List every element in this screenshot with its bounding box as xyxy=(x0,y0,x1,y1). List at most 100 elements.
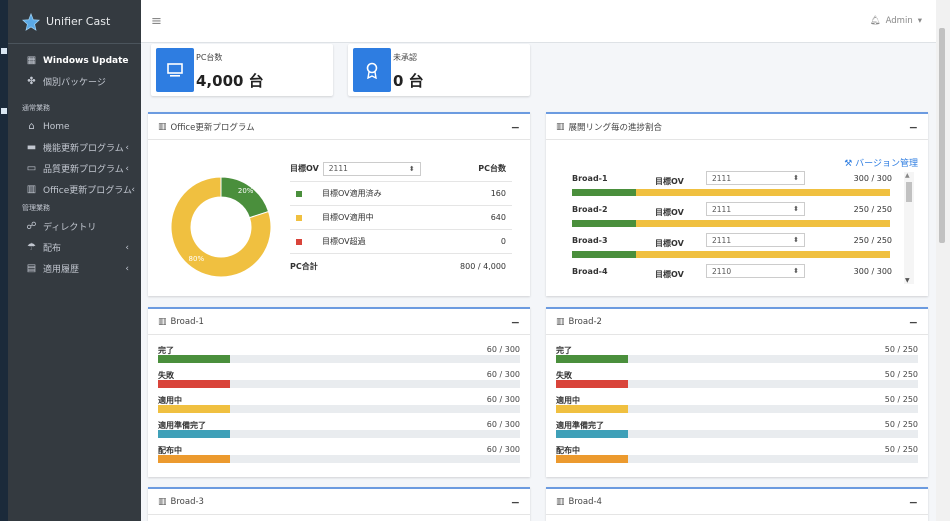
progress-track xyxy=(556,455,918,463)
progress-fill xyxy=(158,405,231,413)
pc-count-header: PC台数 xyxy=(478,164,506,173)
directory-icon: ☍ xyxy=(26,221,37,232)
card-title: 展開リング毎の進捗割合 xyxy=(568,122,663,133)
sidebar-item-feature-update[interactable]: ▬ 機能更新プログラム ‹ xyxy=(8,137,141,158)
donut-slice xyxy=(220,176,270,219)
minimize-button[interactable]: − xyxy=(511,316,520,329)
row-label: 目標OV適用中 xyxy=(322,213,374,222)
table-row: 目標OV超過 0 xyxy=(290,230,512,254)
chart-icon: ▥ xyxy=(26,184,37,195)
broad-card: ▥ Broad-4 − xyxy=(546,487,928,521)
broad-card: ▥ Broad-3 − xyxy=(148,487,530,521)
ring-count: 300 / 300 xyxy=(853,174,892,183)
chart-icon: ▥ xyxy=(158,316,167,327)
progress-count: 50 / 250 xyxy=(884,420,918,429)
legend-swatch xyxy=(296,190,302,197)
info-box-pc-count: PC台数 4,000 台 xyxy=(151,44,333,96)
progress-row: 適用中 60 / 300 xyxy=(158,395,520,417)
progress-count: 50 / 250 xyxy=(884,395,918,404)
ring-progress-fill xyxy=(572,220,636,227)
target-label: 目標OV xyxy=(290,164,319,173)
progress-count: 60 / 300 xyxy=(486,370,520,379)
progress-row: 失敗 50 / 250 xyxy=(556,370,918,392)
brand[interactable]: Unifier Cast xyxy=(8,0,141,44)
select-value: 2111 xyxy=(712,235,732,245)
bell-icon[interactable]: 🔔︎ xyxy=(870,16,881,26)
table-row: 目標OV適用中 640 xyxy=(290,206,512,230)
card-title: Office更新プログラム xyxy=(170,122,255,133)
target-label: 目標OV xyxy=(655,208,684,217)
ring-count: 250 / 250 xyxy=(853,236,892,245)
app-title: Unifier Cast xyxy=(46,15,111,28)
ring-target-select[interactable]: 2111 ⬍ xyxy=(706,171,805,185)
caret-down-icon: ▾ xyxy=(917,16,922,26)
card-title: Broad-1 xyxy=(170,316,204,327)
sidebar-item-label: Home xyxy=(43,121,70,132)
desktop-strip xyxy=(0,0,8,521)
sidebar-item-home[interactable]: ⌂ Home xyxy=(8,116,141,137)
minimize-button[interactable]: − xyxy=(909,121,918,134)
sidebar-item-history[interactable]: ▤ 適用履歴 ‹ xyxy=(8,258,141,279)
minimize-button[interactable]: − xyxy=(909,316,918,329)
minimize-button[interactable]: − xyxy=(511,496,520,509)
ring-name: Broad-1 xyxy=(572,174,608,183)
sidebar-item-directory[interactable]: ☍ ディレクトリ xyxy=(8,216,141,237)
progress-fill xyxy=(556,355,629,363)
sidebar-item-distribute[interactable]: ☂ 配布 ‹ xyxy=(8,237,141,258)
ring-progress-bar xyxy=(572,189,890,196)
ring-name: Broad-4 xyxy=(572,267,608,276)
card-header: ▥ Broad-2 − xyxy=(546,309,928,335)
sidebar-item-label: Windows Update xyxy=(43,55,129,66)
card-header: ▥ Office更新プログラム − xyxy=(148,114,530,140)
page-scrollbar[interactable] xyxy=(936,0,950,521)
progress-row: 適用準備完了 50 / 250 xyxy=(556,420,918,442)
menu-toggle-icon[interactable]: ≡ xyxy=(151,14,162,29)
select-value: 2111 xyxy=(712,173,732,183)
progress-fill xyxy=(556,430,629,438)
desktop-marker xyxy=(1,48,7,54)
home-icon: ⌂ xyxy=(28,121,35,132)
minimize-button[interactable]: − xyxy=(511,121,520,134)
top-bar: ≡ 🔔︎ Admin ▾ xyxy=(141,0,936,43)
sidebar-item-office-update[interactable]: ▥ Office更新プログラム ‹ xyxy=(8,179,141,200)
sidebar-item-quality-update[interactable]: ▭ 品質更新プログラム ‹ xyxy=(8,158,141,179)
table-total-row: PC合計 800 / 4,000 xyxy=(290,254,512,278)
row-value: 160 xyxy=(490,189,506,198)
select-caret-icon: ⬍ xyxy=(408,164,415,173)
progress-count: 50 / 250 xyxy=(884,370,918,379)
card-header: ▥ Broad-1 − xyxy=(148,309,530,335)
sidebar-item-package[interactable]: ✤ 個別パッケージ xyxy=(8,71,141,92)
package-icon: ✤ xyxy=(27,76,36,87)
section-header-ops: 通常業務 xyxy=(22,104,50,112)
progress-fill xyxy=(158,380,231,388)
progress-count: 50 / 250 xyxy=(884,345,918,354)
scrollbar-thumb[interactable] xyxy=(906,182,912,202)
ring-name: Broad-3 xyxy=(572,236,608,245)
scrollbar-thumb[interactable] xyxy=(939,28,945,243)
version-manage-link[interactable]: ⚒ バージョン管理 xyxy=(844,156,918,169)
scroll-down-icon[interactable]: ▼ xyxy=(905,277,910,284)
user-menu[interactable]: 🔔︎ Admin ▾ xyxy=(870,16,922,26)
progress-count: 50 / 250 xyxy=(884,445,918,454)
progress-track xyxy=(158,430,520,438)
scroll-up-icon[interactable]: ▲ xyxy=(905,172,910,179)
distribute-icon: ☂ xyxy=(27,242,36,253)
ring-target-select[interactable]: 2110 ⬍ xyxy=(706,264,805,278)
target-ov-select[interactable]: 2111 ⬍ xyxy=(322,161,421,176)
sidebar-item-windows-update[interactable]: ▦ Windows Update xyxy=(8,50,141,71)
chart-icon: ▥ xyxy=(556,121,565,132)
card-title: Broad-3 xyxy=(170,496,204,507)
progress-track xyxy=(158,355,520,363)
minimize-button[interactable]: − xyxy=(909,496,918,509)
donut-label: 20% xyxy=(238,187,254,195)
ring-progress-fill xyxy=(572,189,636,196)
ring-list-scrollbar[interactable]: ▲ ▼ xyxy=(904,172,914,284)
ring-target-select[interactable]: 2111 ⬍ xyxy=(706,202,805,216)
chevron-left-icon: ‹ xyxy=(125,163,129,174)
card-title: Broad-4 xyxy=(568,496,602,507)
ring-target-select[interactable]: 2111 ⬍ xyxy=(706,233,805,247)
ring-list: Broad-1 目標OV 2111 ⬍ 300 / 300 Broad-2 目標O… xyxy=(546,170,898,286)
sidebar-item-label: 適用履歴 xyxy=(43,265,80,275)
sidebar-item-label: Office更新プログラム xyxy=(43,186,133,196)
select-value: 2111 xyxy=(328,164,348,173)
